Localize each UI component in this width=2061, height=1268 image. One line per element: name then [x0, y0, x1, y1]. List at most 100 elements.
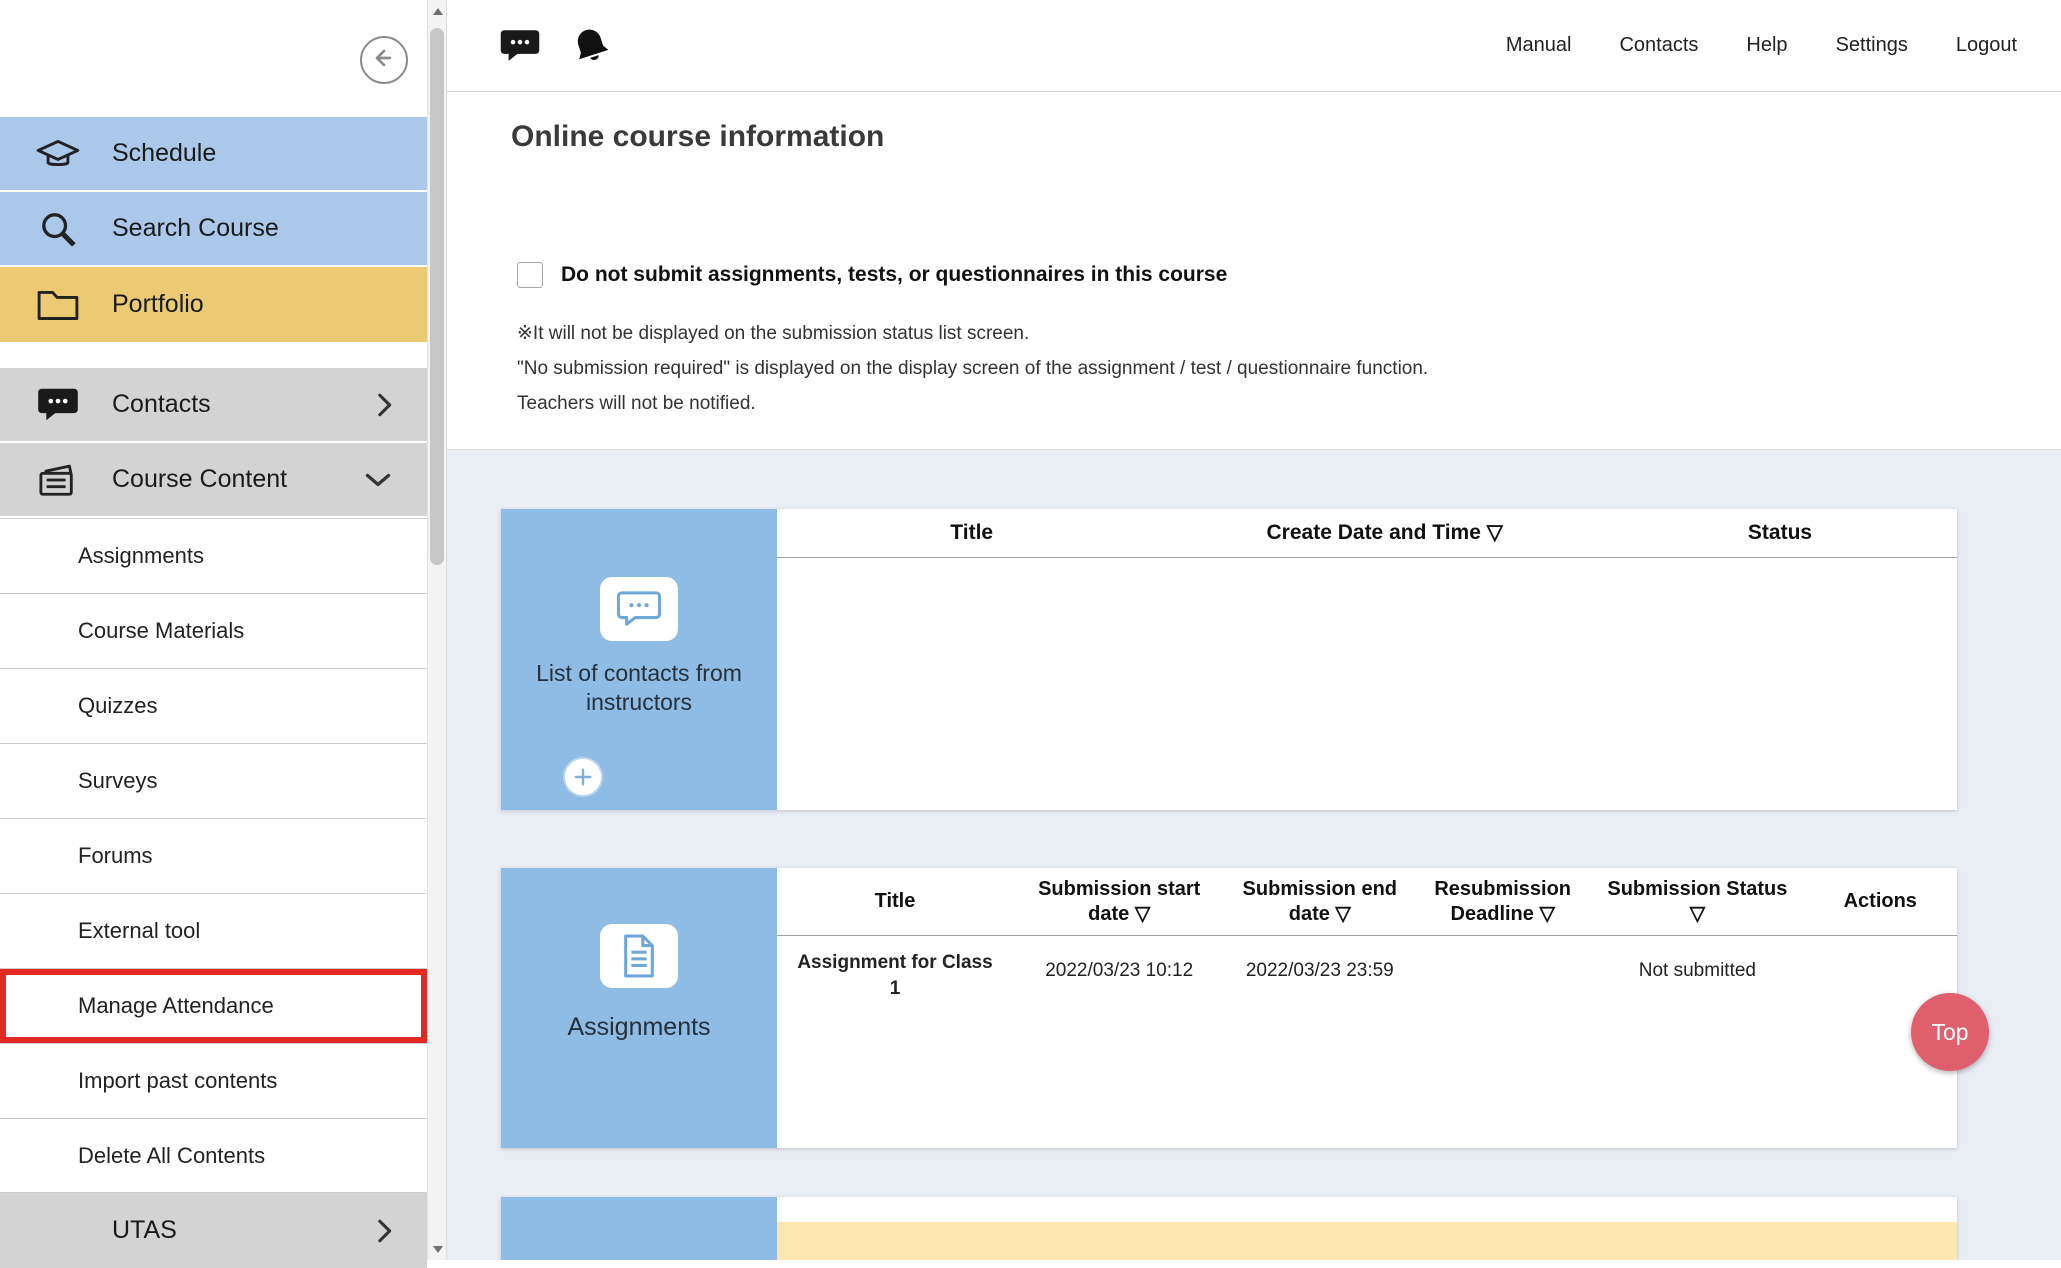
back-arrow-icon	[370, 44, 398, 77]
instructor-contacts-card: List of contacts from instructors Title …	[501, 509, 1957, 810]
scroll-up-arrow[interactable]	[428, 0, 448, 22]
sidebar-subitem-label: Course Materials	[78, 618, 244, 644]
panel-label: List of contacts from instructors	[524, 659, 754, 717]
note-line: Teachers will not be notified.	[517, 393, 1428, 415]
assignment-title-cell[interactable]: Assignment for Class 1	[777, 936, 1013, 1001]
plus-icon	[572, 766, 594, 788]
sidebar-subitem-label: Assignments	[78, 543, 204, 569]
chat-tile	[600, 577, 678, 641]
sidebar-subitem-label: Quizzes	[78, 693, 157, 719]
assignment-start-cell: 2022/03/23 10:12	[1013, 936, 1225, 1001]
top-button[interactable]: Top	[1911, 993, 1989, 1071]
add-contact-button[interactable]	[563, 757, 603, 797]
no-submit-label: Do not submit assignments, tests, or que…	[561, 263, 1227, 287]
sidebar-subitem-import-past-contents[interactable]: Import past contents	[0, 1043, 427, 1118]
sidebar-subitem-label: Import past contents	[78, 1068, 277, 1094]
sidebar-subitem-forums[interactable]: Forums	[0, 818, 427, 893]
sidebar-item-label: Course Content	[112, 465, 287, 494]
next-section-panel	[501, 1197, 777, 1260]
sidebar-item-label: UTAS	[112, 1216, 177, 1245]
sidebar-menu: Schedule Search Course Portfolio	[0, 117, 427, 1268]
graduation-cap-icon	[32, 136, 84, 172]
assignments-panel: Assignments	[501, 868, 777, 1148]
sidebar-subitem-label: External tool	[78, 918, 200, 944]
sidebar-item-contacts[interactable]: Contacts	[0, 368, 427, 443]
topnav-link-settings[interactable]: Settings	[1836, 34, 1908, 57]
topnav-link-logout[interactable]: Logout	[1956, 34, 2017, 57]
column-header-create-date[interactable]: Create Date and Time ▽	[1166, 509, 1603, 557]
chevron-down-icon	[363, 471, 393, 489]
highlighted-row	[777, 1222, 1957, 1260]
sidebar-item-label: Contacts	[112, 390, 211, 419]
topnav-link-contacts[interactable]: Contacts	[1619, 34, 1698, 57]
assignment-row: Assignment for Class 1 2022/03/23 10:12 …	[777, 936, 1957, 1001]
assignment-status-cell: Not submitted	[1591, 936, 1803, 1001]
next-section-table	[777, 1197, 1957, 1260]
page-intro-section: Online course information Do not submit …	[447, 92, 2061, 450]
chat-bubble-icon	[32, 387, 84, 423]
sidebar-item-label: Schedule	[112, 139, 216, 168]
course-content-area: List of contacts from instructors Title …	[447, 450, 2061, 1260]
sidebar-scrollbar[interactable]	[427, 0, 447, 1260]
column-header-actions: Actions	[1804, 868, 1957, 935]
panel-label: Assignments	[524, 1012, 754, 1043]
messages-icon-button[interactable]	[499, 28, 541, 64]
folder-icon	[32, 287, 84, 323]
document-icon	[620, 933, 658, 979]
main-area: Manual Contacts Help Settings Logout Onl…	[447, 0, 2061, 1260]
assignment-actions-cell	[1804, 936, 1957, 1001]
scroll-down-arrow[interactable]	[428, 1238, 448, 1260]
sidebar-subitem-quizzes[interactable]: Quizzes	[0, 668, 427, 743]
assignment-end-cell: 2022/03/23 23:59	[1225, 936, 1414, 1001]
sidebar-subitem-external-tool[interactable]: External tool	[0, 893, 427, 968]
column-header-status: Status	[1603, 509, 1957, 557]
column-header-submission-status[interactable]: Submission Status ▽	[1591, 868, 1803, 935]
column-header-submission-start[interactable]: Submission start date ▽	[1013, 868, 1225, 935]
top-navigation: Manual Contacts Help Settings Logout	[1506, 34, 2061, 57]
topnav-link-help[interactable]: Help	[1746, 34, 1787, 57]
note-line: ※It will not be displayed on the submiss…	[517, 322, 1428, 345]
sidebar-subitem-label: Forums	[78, 843, 153, 869]
course-content-icon	[32, 461, 84, 499]
sidebar-item-search-course[interactable]: Search Course	[0, 192, 427, 267]
sidebar-subitem-label: Surveys	[78, 768, 157, 794]
sidebar-subitem-assignments[interactable]: Assignments	[0, 518, 427, 593]
page-title: Online course information	[511, 120, 884, 154]
opt-out-notes: ※It will not be displayed on the submiss…	[517, 322, 1428, 415]
assignment-resubmission-cell	[1414, 936, 1591, 1001]
sidebar-item-label: Portfolio	[112, 290, 204, 319]
menu-divider	[0, 342, 427, 368]
sidebar-item-label: Search Course	[112, 214, 279, 243]
note-line: "No submission required" is displayed on…	[517, 358, 1428, 380]
main-header: Manual Contacts Help Settings Logout	[447, 0, 2061, 92]
sidebar-subitem-course-materials[interactable]: Course Materials	[0, 593, 427, 668]
sidebar-subitem-delete-all-contents[interactable]: Delete All Contents	[0, 1118, 427, 1193]
chevron-right-icon	[375, 391, 393, 419]
sidebar: Schedule Search Course Portfolio	[0, 0, 427, 1260]
sidebar-subitem-surveys[interactable]: Surveys	[0, 743, 427, 818]
scrollbar-thumb[interactable]	[430, 28, 444, 565]
topnav-link-manual[interactable]: Manual	[1506, 34, 1572, 57]
sidebar-subitem-manage-attendance[interactable]: Manage Attendance	[0, 968, 427, 1043]
chevron-right-icon	[375, 1217, 393, 1245]
sidebar-item-utas[interactable]: UTAS	[0, 1193, 427, 1268]
magnifier-icon	[32, 209, 84, 249]
next-section-card	[501, 1197, 1957, 1260]
column-header-title: Title	[777, 868, 1013, 935]
instructor-contacts-panel: List of contacts from instructors	[501, 509, 777, 810]
bell-icon	[566, 20, 616, 70]
sidebar-item-schedule[interactable]: Schedule	[0, 117, 427, 192]
notifications-icon-button[interactable]	[571, 26, 611, 66]
collapse-sidebar-button[interactable]	[360, 36, 408, 84]
sidebar-item-portfolio[interactable]: Portfolio	[0, 267, 427, 342]
assignments-table: Title Submission start date ▽ Submission…	[777, 868, 1957, 1148]
sidebar-subitem-label: Manage Attendance	[78, 993, 274, 1019]
no-submit-checkbox[interactable]	[517, 262, 543, 288]
chat-bubble-icon	[616, 590, 662, 628]
column-header-resubmission-deadline[interactable]: Resubmission Deadline ▽	[1414, 868, 1591, 935]
sidebar-item-course-content[interactable]: Course Content	[0, 443, 427, 518]
column-header-title: Title	[777, 509, 1166, 557]
contacts-table: Title Create Date and Time ▽ Status	[777, 509, 1957, 810]
assignments-card: Assignments Title Submission start date …	[501, 868, 1957, 1148]
column-header-submission-end[interactable]: Submission end date ▽	[1225, 868, 1414, 935]
